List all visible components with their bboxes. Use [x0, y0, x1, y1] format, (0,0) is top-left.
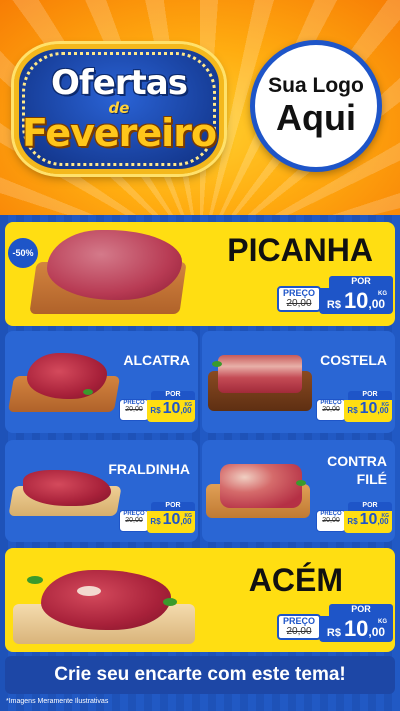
old-price-box: PREÇO 20,00 — [119, 399, 149, 421]
logo-text-line2: Aqui — [276, 97, 356, 138]
herb-garnish-icon — [296, 480, 306, 486]
product-name: FRALDINHA — [108, 461, 190, 477]
old-price-box: PREÇO 20,00 — [316, 510, 346, 532]
logo-text-line1: Sua Logo — [268, 74, 364, 97]
current-price: R$ 10,00 KG — [319, 288, 393, 314]
image-disclaimer: *Imagens Meramente Ilustrativas — [6, 698, 109, 705]
product-name: CONTRA FILÉ — [327, 453, 387, 487]
product-name: COSTELA — [320, 352, 387, 368]
fraldinha-meat-image — [23, 470, 111, 506]
herb-garnish-icon — [27, 576, 43, 584]
price-tag: POR PREÇO 20,00 R$ 10,00 KG — [316, 502, 392, 534]
product-name: ACÉM — [248, 562, 343, 598]
offers-title-badge: Ofertas de Fevereiro — [14, 44, 224, 174]
product-card-picanha[interactable]: PICANHA POR PREÇO 20,00 R$ 10,00 KG — [5, 222, 395, 326]
old-price-box: PREÇO 20,00 — [277, 286, 321, 312]
old-price: 20,00 — [286, 298, 312, 309]
product-card-costela[interactable]: COSTELA POR PREÇO 20,00 R$ 10,00 KG — [202, 331, 395, 433]
old-price-box: PREÇO 20,00 — [316, 399, 346, 421]
product-name: ALCATRA — [123, 352, 190, 368]
price-tag: POR PREÇO 20,00 R$ 10,00 KG — [119, 391, 195, 423]
title-ofertas: Ofertas — [51, 63, 188, 103]
product-card-alcatra[interactable]: ALCATRA POR PREÇO 20,00 R$ 10,00 KG — [5, 331, 198, 433]
product-card-contra-file[interactable]: CONTRA FILÉ POR PREÇO 20,00 R$ 10,00 KG — [202, 440, 395, 542]
title-fevereiro: Fevereiro — [21, 111, 217, 155]
current-price: R$ 10,00 KG — [147, 400, 195, 422]
old-price: 20,00 — [125, 406, 143, 413]
store-logo-placeholder[interactable]: Sua Logo Aqui — [250, 40, 382, 172]
header-banner: Ofertas de Fevereiro Sua Logo Aqui — [0, 0, 400, 215]
product-name: PICANHA — [227, 232, 373, 268]
herb-garnish-icon — [83, 389, 93, 395]
current-price: R$ 10,00 KG — [344, 400, 392, 422]
alcatra-meat-image — [27, 353, 107, 399]
current-price: R$ 10,00 KG — [147, 511, 195, 533]
picanha-meat-image — [47, 230, 182, 300]
contra-file-meat-image — [220, 464, 302, 508]
price-tag: POR PREÇO 20,00 R$ 10,00 KG — [277, 276, 393, 314]
costela-meat-image — [218, 355, 302, 393]
price-tag: POR PREÇO 20,00 R$ 10,00 KG — [277, 604, 393, 642]
old-price: 20,00 — [322, 406, 340, 413]
old-price-box: PREÇO 20,00 — [119, 510, 149, 532]
preco-label: PREÇO — [282, 288, 315, 298]
fat-marbling — [77, 586, 101, 596]
create-flyer-cta-button[interactable]: Crie seu encarte com este tema! — [5, 656, 395, 694]
old-price-box: PREÇO 20,00 — [277, 614, 321, 640]
herb-garnish-icon — [212, 361, 222, 367]
old-price: 20,00 — [286, 626, 312, 637]
acem-meat-image — [41, 570, 171, 630]
product-card-fraldinha[interactable]: FRALDINHA POR PREÇO 20,00 R$ 10,00 KG — [5, 440, 198, 542]
old-price: 20,00 — [322, 517, 340, 524]
product-card-acem[interactable]: ACÉM POR PREÇO 20,00 R$ 10,00 KG — [5, 548, 395, 652]
current-price: R$ 10,00 KG — [344, 511, 392, 533]
discount-badge: -50% — [8, 238, 38, 268]
price-tag: POR PREÇO 20,00 R$ 10,00 KG — [316, 391, 392, 423]
por-label: POR — [329, 604, 393, 616]
current-price: R$ 10,00 KG — [319, 616, 393, 642]
preco-label: PREÇO — [282, 616, 315, 626]
herb-garnish-icon — [163, 598, 177, 606]
old-price: 20,00 — [125, 517, 143, 524]
price-tag: POR PREÇO 20,00 R$ 10,00 KG — [119, 502, 195, 534]
por-label: POR — [329, 276, 393, 288]
